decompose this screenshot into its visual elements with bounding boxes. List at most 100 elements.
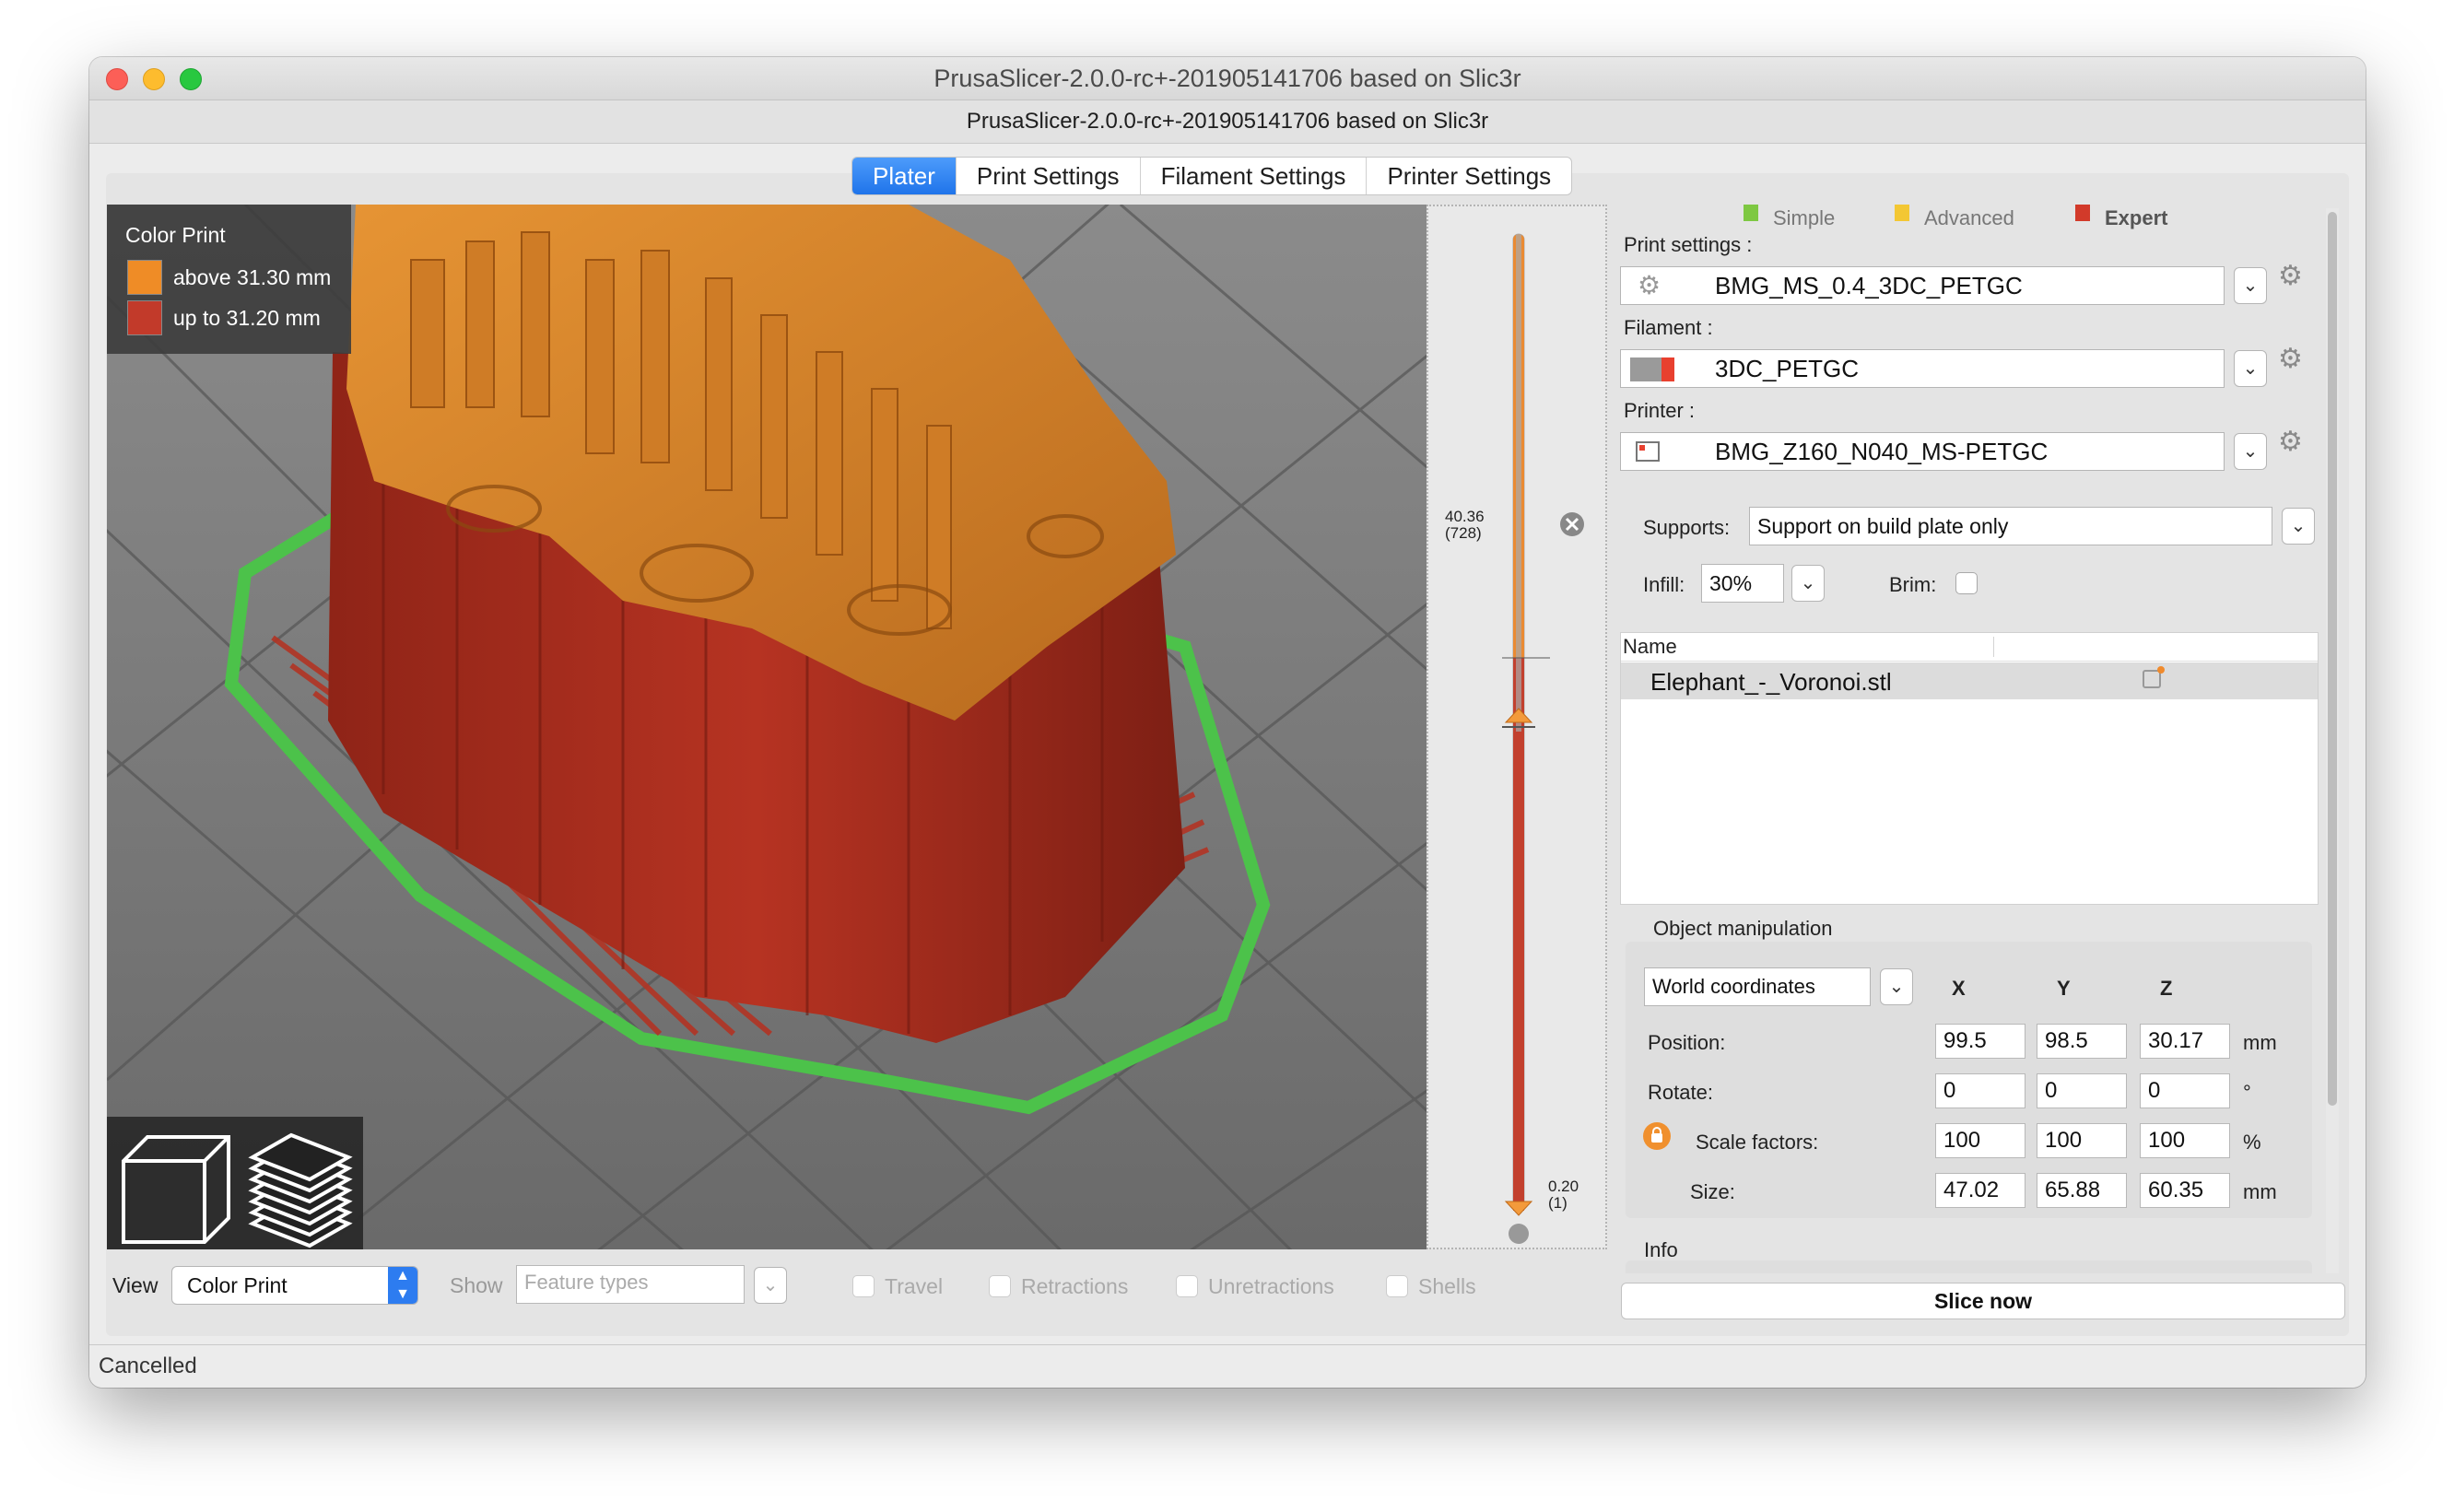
object-list-header-name: Name <box>1623 635 1677 658</box>
tab-plater[interactable]: Plater <box>852 158 957 194</box>
print-settings-label: Print settings : <box>1624 233 1753 256</box>
expert-mode-icon <box>2075 205 2090 221</box>
tab-filament-settings[interactable]: Filament Settings <box>1141 158 1368 194</box>
layer-slider[interactable] <box>1427 205 1607 1249</box>
scale-factors-label: Scale factors: <box>1696 1131 1819 1154</box>
simple-mode-icon <box>1744 205 1758 221</box>
rotate-y-field[interactable]: 0 <box>2037 1073 2127 1108</box>
legend-title: Color Print <box>125 223 226 247</box>
shells-label: Shells <box>1418 1274 1476 1298</box>
object-name: Elephant_-_Voronoi.stl <box>1650 668 1892 696</box>
rotate-unit: ° <box>2243 1081 2251 1104</box>
printer-combo[interactable]: BMG_Z160_N040_MS-PETGC <box>1620 432 2225 471</box>
travel-label: Travel <box>885 1274 944 1298</box>
view-toggle-panel <box>107 1117 363 1249</box>
supports-combo[interactable]: Support on build plate only <box>1749 507 2272 545</box>
status-bar: Cancelled <box>89 1344 2366 1388</box>
tab-printer-settings[interactable]: Printer Settings <box>1367 158 1571 194</box>
printer-gear-icon[interactable]: ⚙ <box>2278 426 2303 458</box>
scale-z-field[interactable]: 100 <box>2140 1123 2230 1158</box>
axis-y-label: Y <box>2057 977 2071 1000</box>
supports-value: Support on build plate only <box>1757 514 2009 538</box>
axis-z-label: Z <box>2160 977 2173 1000</box>
scale-lock-icon[interactable] <box>1643 1122 1671 1150</box>
printer-dropdown-button[interactable]: ⌄ <box>2234 433 2267 470</box>
filament-swatch-gray <box>1630 357 1661 381</box>
bottom-thumb[interactable] <box>1504 1201 1533 1216</box>
3d-preview-canvas[interactable] <box>107 205 1427 1249</box>
size-unit: mm <box>2243 1180 2277 1203</box>
infill-label: Infill: <box>1643 573 1685 596</box>
feature-types-input[interactable]: Feature types <box>516 1265 745 1304</box>
info-title: Info <box>1644 1238 1678 1261</box>
feature-types-dropdown-button[interactable]: ⌄ <box>754 1267 787 1304</box>
top-thumb[interactable] <box>1504 708 1533 723</box>
retractions-label: Retractions <box>1021 1274 1129 1298</box>
print-settings-icon: ⚙ <box>1638 271 1661 299</box>
coordinates-dropdown-button[interactable]: ⌄ <box>1880 968 1913 1005</box>
slider-top-layer: (728) <box>1445 524 1482 542</box>
shells-checkbox[interactable] <box>1386 1275 1408 1297</box>
size-label: Size: <box>1690 1180 1735 1203</box>
size-x-field[interactable]: 47.02 <box>1935 1173 2025 1208</box>
unretractions-checkbox[interactable] <box>1176 1275 1198 1297</box>
slider-lock-icon[interactable] <box>1509 1224 1529 1244</box>
infill-dropdown-button[interactable]: ⌄ <box>1791 565 1825 602</box>
rotate-z-field[interactable]: 0 <box>2140 1073 2230 1108</box>
object-list-row[interactable]: Elephant_-_Voronoi.stl <box>1621 662 2318 699</box>
print-settings-dropdown-button[interactable]: ⌄ <box>2234 267 2267 304</box>
main-tabs: Plater Print Settings Filament Settings … <box>851 157 1573 195</box>
slice-now-button[interactable]: Slice now <box>1621 1283 2345 1319</box>
rotate-x-field[interactable]: 0 <box>1935 1073 2025 1108</box>
tab-print-settings[interactable]: Print Settings <box>957 158 1141 194</box>
scale-unit: % <box>2243 1131 2261 1154</box>
print-settings-combo[interactable]: ⚙ BMG_MS_0.4_3DC_PETGC <box>1620 266 2225 305</box>
position-unit: mm <box>2243 1031 2277 1054</box>
size-y-field[interactable]: 65.88 <box>2037 1173 2127 1208</box>
filament-dropdown-button[interactable]: ⌄ <box>2234 350 2267 387</box>
scale-x-field[interactable]: 100 <box>1935 1123 2025 1158</box>
info-panel <box>1626 1260 2312 1273</box>
scrollbar-thumb[interactable] <box>2328 212 2337 1106</box>
supports-dropdown-button[interactable]: ⌄ <box>2282 508 2315 545</box>
print-settings-value: BMG_MS_0.4_3DC_PETGC <box>1715 272 2023 299</box>
view-select[interactable]: Color Print ▲ ▼ <box>171 1266 418 1305</box>
slider-bottom-value: 0.20 <box>1548 1178 1579 1195</box>
object-list[interactable]: Name Elephant_-_Voronoi.stl <box>1620 632 2319 905</box>
slider-bottom-label: 0.20 (1) <box>1548 1178 1579 1212</box>
brim-checkbox[interactable] <box>1955 572 1978 594</box>
axis-x-label: X <box>1952 977 1966 1000</box>
view-select-value: Color Print <box>187 1273 288 1297</box>
supports-label: Supports: <box>1643 516 1731 539</box>
mode-expert-label: Expert <box>2105 206 2168 229</box>
coordinates-combo[interactable]: World coordinates <box>1644 967 1871 1006</box>
filament-combo[interactable]: 3DC_PETGC <box>1620 349 2225 388</box>
travel-checkbox[interactable] <box>852 1275 875 1297</box>
mode-simple-label: Simple <box>1773 206 1836 229</box>
retractions-checkbox[interactable] <box>989 1275 1011 1297</box>
size-z-field[interactable]: 60.35 <box>2140 1173 2230 1208</box>
window-title: PrusaSlicer-2.0.0-rc+-201905141706 based… <box>933 64 1521 92</box>
layers-view-icon[interactable] <box>248 1132 353 1248</box>
filament-gear-icon[interactable]: ⚙ <box>2278 343 2303 375</box>
print-preview-illustration <box>107 205 1427 1249</box>
slider-bottom-layer: (1) <box>1548 1194 1568 1212</box>
view-select-stepper-icon: ▲ ▼ <box>388 1267 417 1304</box>
right-panel-scrollbar[interactable] <box>2326 208 2339 1273</box>
scale-y-field[interactable]: 100 <box>2037 1123 2127 1158</box>
printer-label: Printer : <box>1624 399 1696 422</box>
infill-combo[interactable]: 30% <box>1701 564 1784 603</box>
print-settings-gear-icon[interactable]: ⚙ <box>2278 260 2303 292</box>
3d-view-icon[interactable] <box>122 1135 230 1244</box>
app-subtitle: PrusaSlicer-2.0.0-rc+-201905141706 based… <box>89 100 2366 144</box>
rotate-label: Rotate: <box>1648 1081 1713 1104</box>
position-x-field[interactable]: 99.5 <box>1935 1024 2025 1059</box>
brim-label: Brim: <box>1889 573 1937 596</box>
position-y-field[interactable]: 98.5 <box>2037 1024 2127 1059</box>
filament-label: Filament : <box>1624 316 1713 339</box>
slider-top-value: 40.36 <box>1445 508 1485 525</box>
position-label: Position: <box>1648 1031 1726 1054</box>
object-settings-icon[interactable] <box>2143 666 2165 688</box>
position-z-field[interactable]: 30.17 <box>2140 1024 2230 1059</box>
printer-icon <box>1636 441 1660 462</box>
